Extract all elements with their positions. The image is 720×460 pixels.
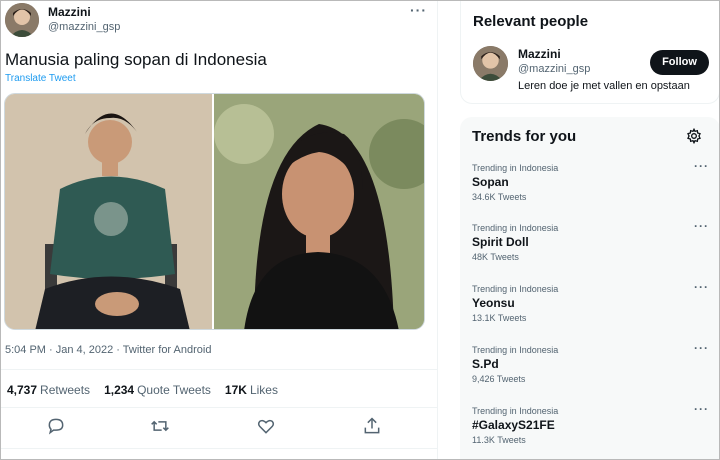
retweets-stat[interactable]: 4,737 Retweets — [7, 383, 90, 397]
trend-meta: Trending in Indonesia — [472, 223, 559, 233]
photo-woman-portrait[interactable] — [214, 94, 424, 329]
trend-item[interactable]: Trending in Indonesia Yeonsu 13.1K Tweet… — [460, 280, 720, 344]
photo-man-seated[interactable] — [5, 94, 214, 329]
trend-item[interactable]: Trending in Indonesia Spirit Doll 48K Tw… — [460, 219, 720, 283]
tweet-more-button[interactable]: ··· — [410, 2, 427, 18]
quote-tweets-stat[interactable]: 1,234 Quote Tweets — [104, 383, 211, 397]
relevant-handle[interactable]: @mazzini_gsp — [518, 63, 590, 75]
trend-count: 9,426 Tweets — [472, 374, 526, 384]
tweet-stats: 4,737 Retweets 1,234 Quote Tweets 17K Likes — [7, 383, 278, 397]
trend-name: #GalaxyS21FE — [472, 418, 555, 432]
trend-name: Spirit Doll — [472, 235, 529, 249]
like-icon[interactable] — [256, 416, 278, 438]
trend-meta: Trending in Indonesia — [472, 163, 559, 173]
relevant-name[interactable]: Mazzini — [518, 47, 561, 61]
trend-name: S.Pd — [472, 357, 499, 371]
reply-icon[interactable] — [46, 416, 68, 438]
trend-more-button[interactable]: ··· — [694, 341, 709, 355]
tweet-timestamp[interactable]: 5:04 PM · Jan 4, 2022 · Twitter for Andr… — [5, 344, 211, 356]
author-name[interactable]: Mazzini — [48, 5, 91, 19]
trend-more-button[interactable]: ··· — [694, 280, 709, 294]
trend-count: 11.3K Tweets — [472, 435, 526, 445]
divider — [0, 407, 437, 408]
trend-count: 34.6K Tweets — [472, 192, 527, 202]
trend-item[interactable]: Trending in Indonesia #GalaxyS21FE 11.3K… — [460, 402, 720, 460]
trend-name: Yeonsu — [472, 296, 515, 310]
trend-item[interactable]: Trending in Indonesia Sopan 34.6K Tweets… — [460, 159, 720, 223]
trends-title: Trends for you — [472, 128, 577, 145]
quotes-count: 1,234 — [104, 383, 135, 397]
trend-meta: Trending in Indonesia — [472, 284, 559, 294]
relevant-bio: Leren doe je met vallen en opstaan — [518, 80, 690, 92]
trend-meta: Trending in Indonesia — [472, 345, 559, 355]
tweet-text: Manusia paling sopan di Indonesia — [5, 50, 267, 69]
author-handle[interactable]: @mazzini_gsp — [48, 21, 120, 33]
divider — [0, 369, 437, 370]
translate-tweet-link[interactable]: Translate Tweet — [5, 73, 76, 84]
tweet-detail: Mazzini @mazzini_gsp ··· Manusia paling … — [0, 0, 438, 460]
retweet-icon[interactable] — [150, 416, 172, 438]
share-icon[interactable] — [362, 416, 384, 438]
relevant-avatar[interactable] — [473, 46, 508, 81]
trend-more-button[interactable]: ··· — [694, 402, 709, 416]
trend-name: Sopan — [472, 175, 509, 189]
trend-meta: Trending in Indonesia — [472, 406, 559, 416]
relevant-people-card: Relevant people Mazzini @mazzini_gsp Ler… — [460, 0, 720, 104]
retweets-label: Retweets — [40, 383, 91, 397]
relevant-people-title: Relevant people — [473, 13, 589, 30]
likes-label: Likes — [249, 383, 278, 397]
trend-more-button[interactable]: ··· — [694, 159, 709, 173]
trend-count: 48K Tweets — [472, 252, 519, 262]
author-avatar[interactable] — [5, 3, 39, 37]
tweet-actions — [0, 416, 437, 438]
trend-item[interactable]: Trending in Indonesia S.Pd 9,426 Tweets … — [460, 341, 720, 405]
follow-button[interactable]: Follow — [650, 50, 709, 75]
divider — [0, 448, 437, 449]
likes-stat[interactable]: 17K Likes — [225, 383, 278, 397]
trend-count: 13.1K Tweets — [472, 313, 527, 323]
gear-icon[interactable] — [686, 127, 702, 145]
likes-count: 17K — [224, 383, 247, 397]
retweets-count: 4,737 — [7, 383, 38, 397]
trends-card: Trends for you Trending in Indonesia Sop… — [460, 117, 720, 460]
tweet-media[interactable] — [4, 93, 425, 330]
quotes-label: Quote Tweets — [137, 383, 211, 397]
trend-more-button[interactable]: ··· — [694, 219, 709, 233]
